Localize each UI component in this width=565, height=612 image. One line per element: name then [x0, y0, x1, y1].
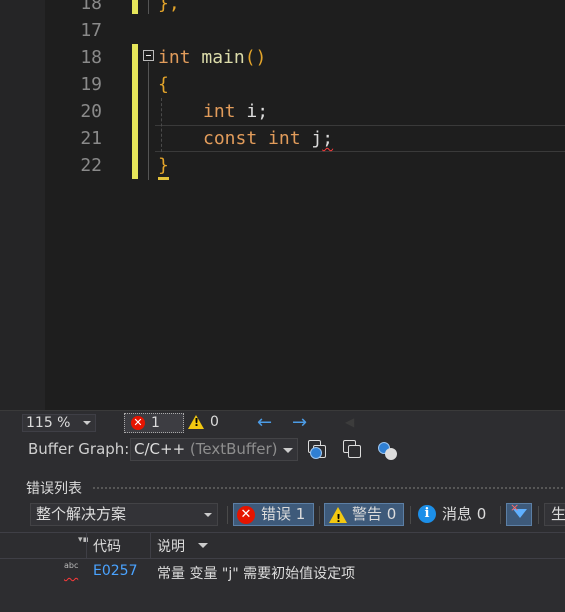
globe-icon — [310, 447, 322, 459]
buffer-graph-dropdown[interactable]: C/C++ (TextBuffer) — [130, 438, 298, 461]
separator — [227, 506, 228, 524]
info-icon: i — [418, 505, 436, 523]
brace-match-marker — [158, 177, 169, 180]
line-number: 22 — [80, 155, 102, 176]
table-row[interactable]: abc xxxx E0257 常量 变量 "j" 需要初始值设定项 — [0, 560, 565, 584]
code-line: int main() — [158, 47, 267, 68]
code-editor[interactable]: 18 17 18 19 20 21 22 }, int main() { int… — [0, 0, 565, 410]
buffer-copy-button[interactable] — [341, 439, 361, 459]
arrow-left-icon[interactable]: ← — [257, 412, 272, 433]
column-header-code[interactable]: 代码 — [93, 536, 121, 556]
separator — [500, 506, 501, 524]
filter-icon[interactable] — [506, 501, 532, 526]
warning-icon — [188, 415, 204, 429]
fold-line — [148, 62, 149, 180]
code-line: const int j; — [203, 128, 334, 149]
editor-status-bar: 115 % ✕ 1 0 ← → ◀ — [0, 410, 565, 435]
editor-margin — [0, 0, 45, 410]
panel-drag-handle[interactable] — [92, 486, 565, 491]
chevron-down-icon — [204, 513, 212, 517]
code-line: int i; — [203, 101, 269, 122]
messages-filter-button[interactable]: i 消息 0 — [415, 503, 495, 526]
line-number: 18 — [80, 47, 102, 68]
scope-dropdown[interactable]: 整个解决方案 — [30, 503, 218, 526]
zoom-dropdown[interactable]: 115 % — [22, 414, 96, 432]
indent-guide — [161, 98, 162, 152]
warning-icon — [329, 507, 347, 529]
line-number: 19 — [80, 74, 102, 95]
error-list-panel: 错误列表 整个解决方案 ✕ 错误 1 警告 0 i 消息 0 生 ▾▪ 代码 说… — [0, 470, 565, 612]
error-squiggle: ; — [322, 128, 334, 149]
chevron-down-icon — [83, 421, 91, 425]
panel-title: 错误列表 — [26, 481, 82, 497]
error-code-link[interactable]: E0257 — [93, 563, 137, 579]
code-line: }, — [158, 0, 180, 14]
spelling-error-icon: abc — [64, 561, 79, 570]
error-count-button[interactable]: ✕ 1 — [124, 413, 184, 433]
code-line: { — [158, 74, 169, 95]
buffer-graph-label: Buffer Graph: — [28, 440, 130, 458]
build-source-dropdown[interactable]: 生 — [544, 503, 565, 526]
change-marker — [132, 0, 138, 14]
line-number: 18 — [80, 0, 102, 14]
error-description: 常量 变量 "j" 需要初始值设定项 — [157, 566, 356, 582]
code-line: } — [158, 155, 169, 176]
collapse-toggle[interactable] — [143, 50, 154, 61]
separator — [538, 506, 539, 524]
errors-filter-button[interactable]: ✕ 错误 1 — [233, 503, 314, 526]
line-number: 20 — [80, 101, 102, 122]
buffer-graph-toolbar: Buffer Graph: C/C++ (TextBuffer) — [0, 434, 565, 464]
line-number: 21 — [80, 128, 102, 149]
change-marker — [132, 44, 138, 179]
separator — [319, 506, 320, 524]
scroll-left-icon: ◀ — [345, 415, 355, 429]
error-list-header: ▾▪ 代码 说明 — [0, 532, 565, 559]
fold-line — [148, 0, 149, 14]
column-header-description[interactable]: 说明 — [157, 536, 185, 556]
error-icon: ✕ — [131, 416, 145, 430]
chevron-down-icon — [283, 448, 293, 453]
buffer-graph-button[interactable] — [376, 439, 397, 460]
separator — [410, 506, 411, 524]
sort-indicator-icon[interactable]: ▾▪ — [78, 535, 89, 545]
error-icon: ✕ — [237, 506, 255, 524]
arrow-right-icon[interactable]: → — [292, 412, 307, 433]
chevron-down-icon[interactable] — [198, 543, 208, 548]
warnings-filter-button[interactable]: 警告 0 — [324, 503, 404, 529]
line-number: 17 — [80, 20, 102, 41]
buffer-view-button[interactable] — [306, 439, 326, 459]
